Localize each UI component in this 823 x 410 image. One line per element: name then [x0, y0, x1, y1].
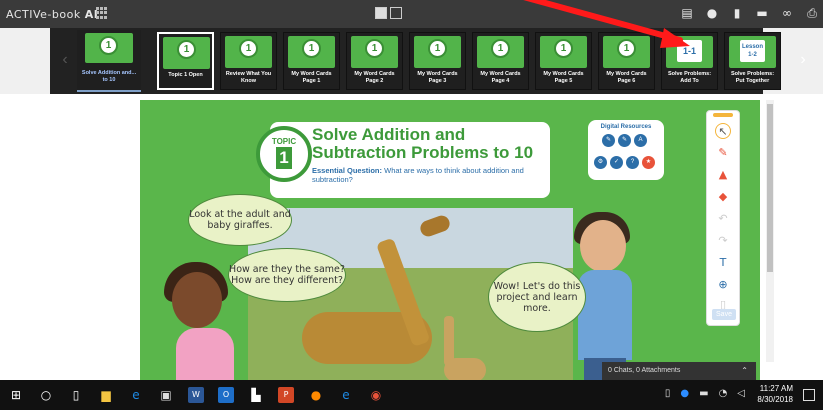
- expand-icon[interactable]: ⌃: [741, 362, 748, 380]
- volume-icon[interactable]: ◁: [737, 388, 745, 399]
- powerpoint-icon[interactable]: P: [278, 387, 294, 403]
- speech-bubble-2: How are they the same? How are they diff…: [228, 248, 346, 302]
- undo-icon[interactable]: ↶: [715, 211, 731, 227]
- chrome-icon[interactable]: ◉: [368, 387, 384, 403]
- digital-resources-panel: Digital Resources ✎ ✎ A ⚙ ✓ ? ★: [588, 120, 664, 180]
- thumb-review[interactable]: 1 Review What You Know: [220, 32, 277, 90]
- edge-icon[interactable]: e: [128, 387, 144, 403]
- ie-icon[interactable]: e: [338, 387, 354, 403]
- eraser-icon[interactable]: ◆: [715, 189, 731, 205]
- windows-start-icon[interactable]: ⊞: [8, 387, 24, 403]
- single-page-view-icon[interactable]: [375, 7, 387, 19]
- thumb-word-cards-6[interactable]: 1 My Word Cards Page 6: [598, 32, 655, 90]
- bookmark-icon[interactable]: ▮: [730, 6, 744, 20]
- essential-question: Essential Question: What are ways to thi…: [312, 166, 524, 184]
- app-icon[interactable]: ▙: [248, 387, 264, 403]
- chat-attachments-bar[interactable]: 0 Chats, 0 Attachments ⌃: [602, 362, 756, 380]
- clock[interactable]: 11:27 AM 8/30/2018: [757, 383, 793, 405]
- tray-icon[interactable]: ▯: [665, 388, 671, 399]
- bluetooth-icon[interactable]: ●: [680, 388, 689, 399]
- highlighter-icon[interactable]: ▲: [715, 167, 731, 183]
- redo-icon[interactable]: ↷: [715, 233, 731, 249]
- double-page-view-icon[interactable]: [390, 7, 402, 19]
- thumb-word-cards-1[interactable]: 1 My Word Cards Page 1: [283, 32, 340, 90]
- thumb-section-current[interactable]: 1 Solve Addition and... to 10: [77, 30, 141, 92]
- thumb-word-cards-3[interactable]: 1 My Word Cards Page 3: [409, 32, 466, 90]
- firefox-icon[interactable]: ●: [308, 387, 324, 403]
- games-icon[interactable]: ★: [642, 156, 655, 169]
- view-toggle[interactable]: [375, 7, 402, 19]
- file-explorer-icon[interactable]: ▆: [98, 387, 114, 403]
- chat-icon[interactable]: ●: [705, 6, 719, 20]
- app-logo: ACTIVe-book AI: [6, 8, 99, 21]
- thumb-word-cards-2[interactable]: 1 My Word Cards Page 2: [346, 32, 403, 90]
- pen-icon[interactable]: ✎: [715, 145, 731, 161]
- learn-icon[interactable]: ✎: [618, 134, 631, 147]
- thumb-lesson-1-1[interactable]: 1-1 Solve Problems: Add To: [661, 32, 718, 90]
- topic-badge: TOPIC 1: [256, 126, 312, 182]
- thumb-lesson-1-2[interactable]: Lesson 1-2 Solve Problems: Put Together: [724, 32, 781, 90]
- search-icon[interactable]: ○: [38, 387, 54, 403]
- notification-icon[interactable]: [803, 389, 815, 401]
- annotation-toolbar: ↖ ✎ ▲ ◆ ↶ ↷ T ⊕ ▯ Save: [706, 110, 740, 326]
- apps-grid-icon[interactable]: [96, 7, 108, 19]
- help-icon[interactable]: ?: [626, 156, 639, 169]
- speech-bubble-3: Wow! Let's do this project and learn mor…: [488, 262, 586, 332]
- save-button[interactable]: Save: [712, 309, 736, 320]
- outlook-icon[interactable]: O: [218, 387, 234, 403]
- book-page: TOPIC 1 Solve Addition and Subtraction P…: [140, 100, 760, 380]
- word-icon[interactable]: W: [188, 387, 204, 403]
- windows-taskbar: ⊞ ○ ▯ ▆ e ▣ W O ▙ P ● e ◉ ▯ ● ▬ ◔ ◁ 11:2…: [0, 380, 823, 410]
- link-icon[interactable]: ∞: [780, 6, 794, 20]
- text-icon[interactable]: T: [715, 255, 731, 271]
- notes-icon[interactable]: ▤: [680, 6, 694, 20]
- solve-icon[interactable]: ✎: [602, 134, 615, 147]
- thumb-topic-1-open[interactable]: 1 Topic 1 Open: [157, 32, 214, 90]
- glossary-icon[interactable]: A: [634, 134, 647, 147]
- strip-next-icon[interactable]: ›: [796, 50, 810, 70]
- store-icon[interactable]: ▣: [158, 387, 174, 403]
- top-toolbar: ACTIVe-book AI ▤ ● ▮ ▬ ∞ ⎙: [0, 0, 823, 28]
- thumb-word-cards-5[interactable]: 1 My Word Cards Page 5: [535, 32, 592, 90]
- thumb-word-cards-4[interactable]: 1 My Word Cards Page 4: [472, 32, 529, 90]
- wifi-icon[interactable]: ◔: [719, 388, 728, 399]
- thumbnail-list: 1 Topic 1 Open 1 Review What You Know 1 …: [157, 32, 781, 90]
- battery-icon[interactable]: ▬: [699, 388, 708, 399]
- pointer-icon[interactable]: ↖: [715, 123, 731, 139]
- task-view-icon[interactable]: ▯: [68, 387, 84, 403]
- zoom-icon[interactable]: ⊕: [715, 277, 731, 293]
- vertical-scrollbar[interactable]: [766, 100, 774, 362]
- assessment-icon[interactable]: ✓: [610, 156, 623, 169]
- folder-icon[interactable]: ▬: [755, 6, 769, 20]
- page-title: Solve Addition and Subtraction Problems …: [312, 125, 534, 162]
- speech-bubble-1: Look at the adult and baby giraffes.: [188, 194, 292, 246]
- print-icon[interactable]: ⎙: [805, 6, 819, 20]
- strip-prev-icon[interactable]: ‹: [58, 50, 72, 70]
- tools-icon[interactable]: ⚙: [594, 156, 607, 169]
